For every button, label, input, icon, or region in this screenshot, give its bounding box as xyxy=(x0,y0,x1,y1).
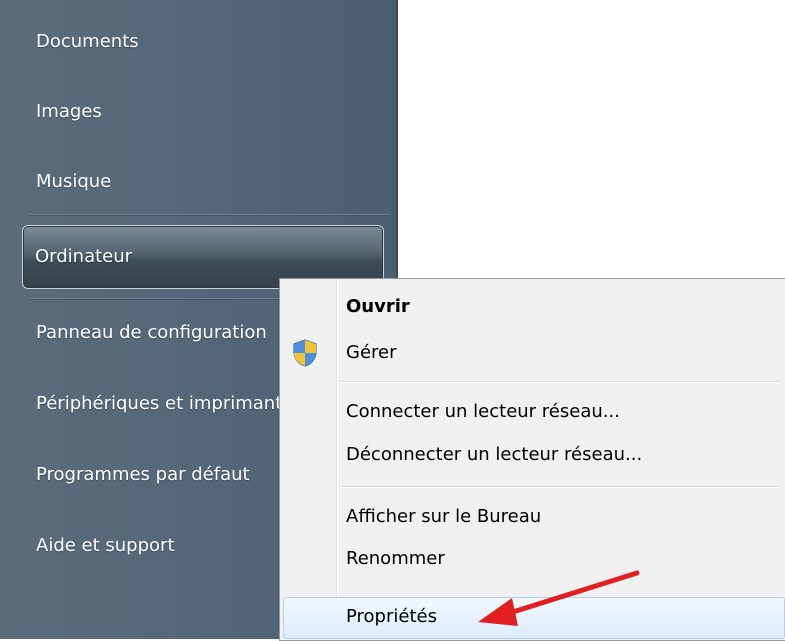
menu-separator xyxy=(340,486,780,488)
start-item-peripheriques-et-imprimantes[interactable]: Périphériques et imprimantes xyxy=(36,384,303,424)
context-menu: Ouvrir Gérer Connecter un lecteur réseau… xyxy=(279,278,785,641)
menu-item-ouvrir[interactable]: Ouvrir xyxy=(346,291,410,323)
menu-item-gerer[interactable]: Gérer xyxy=(346,337,397,369)
start-item-images[interactable]: Images xyxy=(36,92,102,132)
start-item-panneau-de-configuration[interactable]: Panneau de configuration xyxy=(36,313,267,353)
start-separator xyxy=(30,214,390,216)
menu-item-deconnecter-lecteur-reseau[interactable]: Déconnecter un lecteur réseau... xyxy=(346,439,642,471)
start-item-programmes-par-defaut[interactable]: Programmes par défaut xyxy=(36,455,250,495)
start-item-documents[interactable]: Documents xyxy=(36,22,139,62)
start-item-ordinateur-label: Ordinateur xyxy=(35,246,133,267)
uac-shield-icon xyxy=(293,339,317,367)
start-item-musique[interactable]: Musique xyxy=(36,162,111,202)
menu-item-connecter-lecteur-reseau[interactable]: Connecter un lecteur réseau... xyxy=(346,396,620,428)
context-menu-icon-gutter xyxy=(336,279,338,640)
menu-separator xyxy=(340,381,780,383)
menu-item-renommer[interactable]: Renommer xyxy=(346,543,445,575)
start-item-aide-et-support[interactable]: Aide et support xyxy=(36,526,175,566)
menu-item-proprietes[interactable]: Propriétés xyxy=(346,601,437,633)
menu-item-afficher-sur-le-bureau[interactable]: Afficher sur le Bureau xyxy=(346,501,541,533)
